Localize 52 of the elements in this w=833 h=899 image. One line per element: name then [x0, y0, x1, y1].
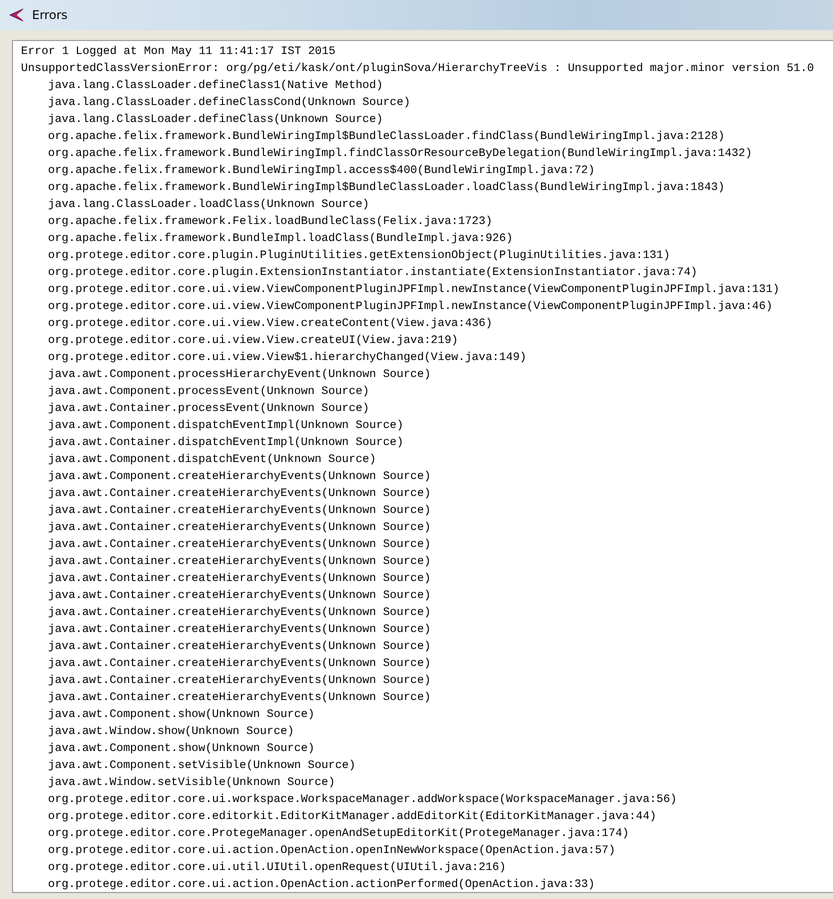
stack-frame-line: java.awt.Component.dispatchEvent(Unknown Source): [48, 452, 376, 468]
stack-frame-line: java.awt.Container.createHierarchyEvents(Unknown Source): [48, 520, 431, 536]
stack-frame-line: java.awt.Component.processHierarchyEvent(Unknown Source): [48, 368, 431, 383]
stack-frame-line: org.apache.felix.framework.BundleImpl.loadClass(BundleImpl.java:926): [48, 232, 513, 247]
stack-frame-line: java.awt.Component.show(Unknown Source): [48, 708, 315, 723]
stack-frame-line: org.protege.editor.core.ui.util.UIUtil.openRequest(UIUtil.java:216): [48, 860, 506, 876]
stack-frame-line: java.awt.Container.createHierarchyEvents(Unknown Source): [48, 674, 431, 689]
stack-frame-line: java.awt.Container.createHierarchyEvents(Unknown Source): [48, 572, 431, 587]
stack-frame-line: java.awt.Window.show(Unknown Source): [48, 724, 294, 740]
stack-frame-line: java.lang.ClassLoader.defineClass(Unknown Source): [48, 112, 383, 128]
stack-frame-line: java.awt.Container.createHierarchyEvents(Unknown Source): [48, 690, 431, 706]
stack-frame-line: org.apache.felix.framework.BundleWiringImpl.access$400(BundleWiringImpl.java:72): [48, 164, 595, 179]
stack-frame-line: org.protege.editor.core.ui.view.View.createUI(View.java:219): [48, 334, 458, 349]
stack-frame-line: java.awt.Container.createHierarchyEvents(Unknown Source): [48, 504, 431, 519]
stack-frame-line: java.awt.Container.createHierarchyEvents(Unknown Source): [48, 656, 431, 672]
stack-frame-line: org.apache.felix.framework.BundleWiringImpl.findClassOrResourceByDelegation(BundleWiringImpl.java:1432): [48, 146, 752, 162]
stack-frame-line: org.protege.editor.core.ui.action.OpenAction.openInNewWorkspace(OpenAction.java:57): [48, 844, 616, 859]
stack-frame-line: org.protege.editor.core.ui.view.ViewComponentPluginJPFImpl.newInstance(ViewComponentPluginJPFImpl.java:46): [48, 300, 773, 315]
stack-frame-line: java.awt.Container.createHierarchyEvents(Unknown Source): [48, 486, 431, 502]
stack-frame-line: java.awt.Container.createHierarchyEvents(Unknown Source): [48, 554, 431, 570]
window-title: Errors: [32, 8, 68, 22]
stack-frame-line: java.awt.Container.createHierarchyEvents(Unknown Source): [48, 606, 431, 621]
stack-frame-line: org.apache.felix.framework.BundleWiringImpl$BundleClassLoader.loadClass(BundleWiringImpl.java:1843): [48, 180, 725, 196]
stack-frame-line: java.lang.ClassLoader.defineClass1(Native Method): [48, 78, 383, 94]
error-header-line: Error 1 Logged at Mon May 11 11:41:17 IST 2015: [21, 44, 336, 60]
stack-frame-line: java.awt.Container.createHierarchyEvents(Unknown Source): [48, 538, 431, 553]
stack-frame-line: java.awt.Container.processEvent(Unknown Source): [48, 402, 370, 417]
stack-frame-line: java.awt.Window.setVisible(Unknown Source): [48, 776, 336, 791]
stack-frame-line: org.protege.editor.core.ui.view.View.createContent(View.java:436): [48, 316, 492, 332]
stack-frame-line: org.protege.editor.core.ProtegeManager.openAndSetupEditorKit(ProtegeManager.java:174): [48, 826, 630, 842]
stack-frame-line: java.awt.Component.show(Unknown Source): [48, 742, 315, 757]
stack-frame-line: org.protege.editor.core.ui.workspace.WorkspaceManager.addWorkspace(WorkspaceManager.java:56): [48, 792, 677, 808]
stack-frame-line: org.apache.felix.framework.Felix.loadBundleClass(Felix.java:1723): [48, 214, 492, 230]
stack-frame-line: org.protege.editor.core.ui.action.OpenAction.actionPerformed(OpenAction.java:33): [48, 878, 595, 892]
stack-frame-line: org.protege.editor.core.plugin.ExtensionInstantiator.instantiate(ExtensionInstantiator.java:74): [48, 266, 698, 281]
stack-frame-line: java.awt.Component.createHierarchyEvents(Unknown Source): [48, 470, 431, 485]
stack-frame-line: java.lang.ClassLoader.loadClass(Unknown Source): [48, 198, 370, 213]
stack-frame-line: java.awt.Component.setVisible(Unknown Source): [48, 758, 356, 774]
stack-frame-line: java.lang.ClassLoader.defineClassCond(Unknown Source): [48, 96, 410, 111]
stack-frame-line: java.awt.Container.createHierarchyEvents(Unknown Source): [48, 622, 431, 638]
stack-frame-line: java.awt.Component.processEvent(Unknown Source): [48, 384, 370, 400]
stack-frame-line: java.awt.Container.dispatchEventImpl(Unknown Source): [48, 436, 404, 451]
stack-frame-line: org.protege.editor.core.plugin.PluginUtilities.getExtensionObject(PluginUtilities.java:131): [48, 248, 670, 264]
stack-frame-line: java.awt.Container.createHierarchyEvents(Unknown Source): [48, 640, 431, 655]
stack-frame-line: org.apache.felix.framework.BundleWiringImpl$BundleClassLoader.findClass(BundleWiringImpl.java:2128): [48, 130, 725, 145]
error-header-line: UnsupportedClassVersionError: org/pg/eti/kask/ont/pluginSova/HierarchyTreeVis : Unsupported major.minor version 51.0: [21, 62, 814, 77]
stack-frame-line: org.protege.editor.core.editorkit.EditorKitManager.addEditorKit(EditorKitManager.java:44): [48, 810, 656, 825]
app-logo-icon: [8, 8, 24, 22]
stack-frame-line: java.awt.Component.dispatchEventImpl(Unknown Source): [48, 418, 404, 434]
stack-frame-line: org.protege.editor.core.ui.view.View$1.hierarchyChanged(View.java:149): [48, 350, 526, 366]
stack-frame-line: org.protege.editor.core.ui.view.ViewComponentPluginJPFImpl.newInstance(ViewComponentPluginJPFImpl.java:131): [48, 282, 780, 298]
stack-frame-line: java.awt.Container.createHierarchyEvents(Unknown Source): [48, 588, 431, 604]
